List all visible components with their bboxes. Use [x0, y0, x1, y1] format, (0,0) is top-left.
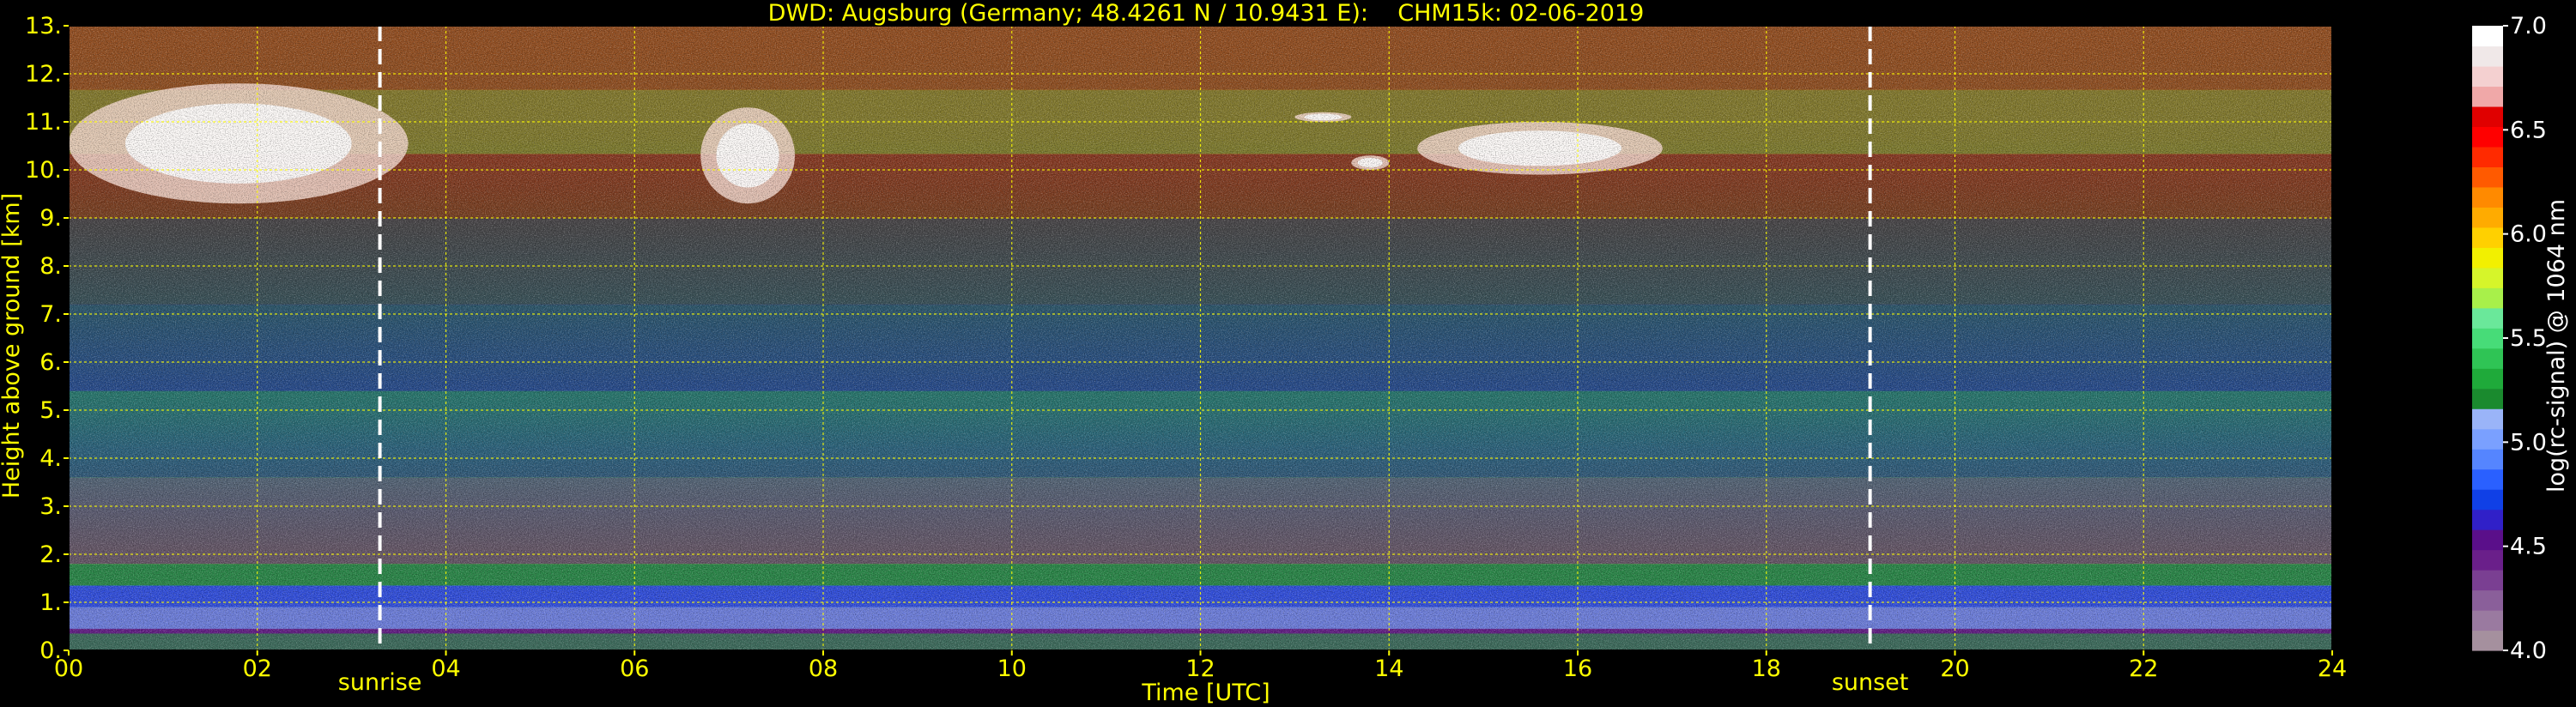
x-tick-label: 08 — [809, 656, 838, 682]
y-tick-label: 9. — [39, 205, 62, 232]
y-tick-label: 1. — [39, 589, 62, 616]
event-label-sunrise: sunrise — [338, 669, 422, 696]
colorbar-tick-label: 7.0 — [2510, 13, 2547, 39]
x-tick-label: 06 — [620, 656, 649, 682]
colorbar-segment — [2472, 428, 2503, 450]
colorbar-tick-label: 5.5 — [2510, 325, 2547, 352]
colorbar-segment — [2472, 347, 2503, 369]
colorbar-segment — [2472, 126, 2503, 148]
x-tick-label: 02 — [243, 656, 272, 682]
x-tick-label: 18 — [1752, 656, 1781, 682]
y-tick-label: 4. — [39, 445, 62, 472]
y-axis-label: Height above ground [km] — [0, 193, 25, 499]
colorbar-segment — [2472, 65, 2503, 88]
x-tick-label: 10 — [997, 656, 1027, 682]
colorbar-segment — [2472, 368, 2503, 390]
colorbar-label: log(rc-signal) @ 1064 nm — [2543, 199, 2570, 492]
colorbar-segment — [2472, 26, 2503, 47]
y-tick-label: 6. — [39, 349, 62, 376]
x-tick-label: 14 — [1374, 656, 1403, 682]
colorbar-tick-label: 5.0 — [2510, 429, 2547, 456]
colorbar-segment — [2472, 207, 2503, 228]
x-tick-label: 24 — [2318, 656, 2347, 682]
colorbar-segment — [2472, 106, 2503, 128]
colorbar-tick-label: 4.5 — [2510, 534, 2547, 560]
colorbar-segment — [2472, 227, 2503, 248]
colorbar-segment — [2472, 449, 2503, 470]
colorbar-tick-label: 4.0 — [2510, 638, 2547, 664]
colorbar-segment — [2472, 86, 2503, 107]
colorbar-segment — [2472, 529, 2503, 551]
colorbar-segment — [2472, 307, 2503, 329]
colorbar-tick-label: 6.5 — [2510, 117, 2547, 143]
ceilometer-figure: sunrise sunset 00 02 04 06 08 10 12 14 16 18 20 22 24… — [0, 0, 2570, 706]
colorbar-segment — [2472, 610, 2503, 631]
y-tick-label: 13. — [25, 13, 62, 39]
colorbar-segment — [2472, 509, 2503, 530]
colorbar: 4.0 4.5 5.0 5.5 6.0 6.5 7.0 — [2472, 13, 2547, 664]
x-tick-label: 20 — [1940, 656, 1969, 682]
colorbar-segment — [2472, 630, 2503, 651]
colorbar-segment — [2472, 468, 2503, 490]
colorbar-segment — [2472, 328, 2503, 349]
colorbar-segment — [2472, 45, 2503, 67]
colorbar-segment — [2472, 408, 2503, 430]
colorbar-segment — [2472, 287, 2503, 309]
x-axis-label: Time [UTC] — [1141, 680, 1270, 706]
y-tick-label: 8. — [39, 253, 62, 280]
y-tick-label: 5. — [39, 397, 62, 424]
colorbar-segment — [2472, 166, 2503, 188]
colorbar-tick-label: 6.0 — [2510, 221, 2547, 248]
x-tick-label: 12 — [1185, 656, 1215, 682]
x-tick-label: 22 — [2129, 656, 2158, 682]
event-label-sunset: sunset — [1832, 669, 1909, 696]
y-tick-label: 7. — [39, 301, 62, 328]
y-tick-label: 2. — [39, 541, 62, 568]
y-tick-label: 3. — [39, 493, 62, 520]
colorbar-segment — [2472, 267, 2503, 288]
y-tick-label: 12. — [25, 61, 62, 88]
x-tick-label: 16 — [1563, 656, 1592, 682]
colorbar-segment — [2472, 146, 2503, 167]
x-tick-label: 04 — [431, 656, 460, 682]
chart-title: DWD: Augsburg (Germany; 48.4261 N / 10.9… — [768, 0, 1645, 27]
y-tick-label: 11. — [25, 109, 62, 136]
colorbar-segment — [2472, 549, 2503, 571]
y-tick-label: 10. — [25, 157, 62, 184]
colorbar-segment — [2472, 570, 2503, 591]
y-tick-label: 0. — [39, 638, 62, 664]
colorbar-segment — [2472, 247, 2503, 269]
colorbar-segment — [2472, 589, 2503, 611]
colorbar-segment — [2472, 186, 2503, 208]
colorbar-segment — [2472, 388, 2503, 409]
colorbar-segment — [2472, 489, 2503, 511]
